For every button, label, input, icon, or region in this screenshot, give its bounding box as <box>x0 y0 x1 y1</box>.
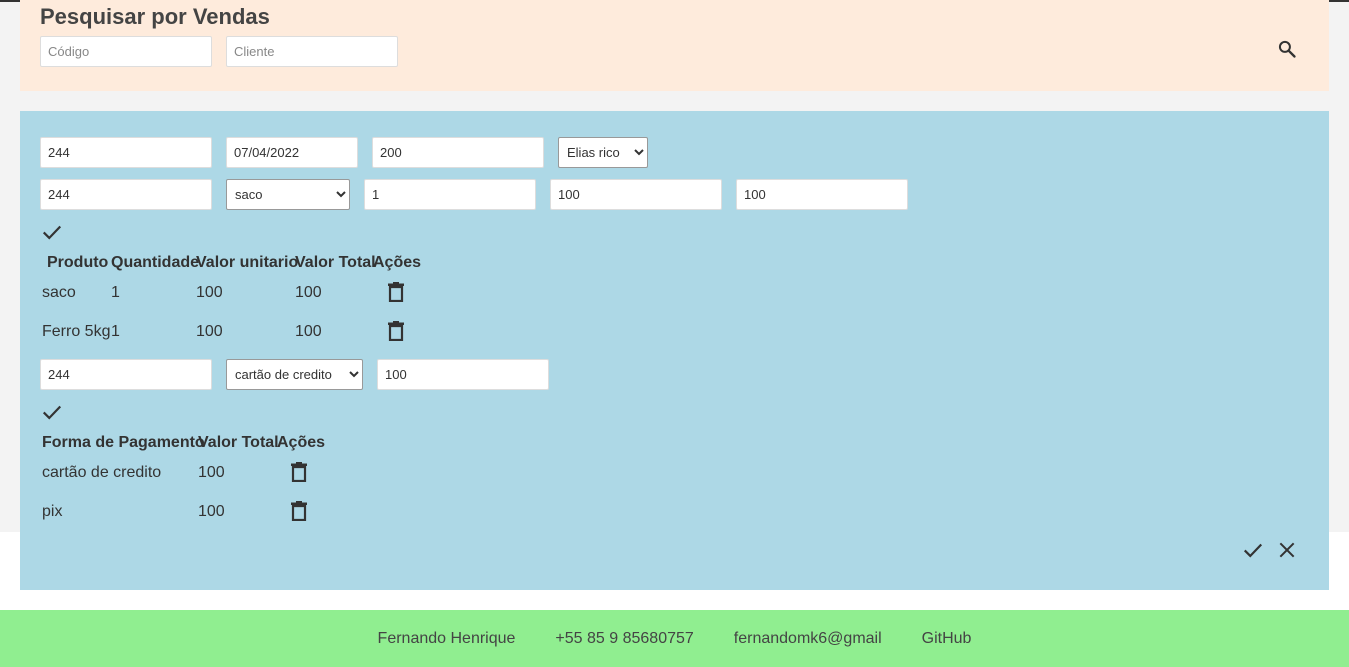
sale-panel: Elias rico saco Produto Quantidade Valor… <box>20 111 1329 590</box>
quantity-cell: 1 <box>111 323 120 340</box>
search-panel: Pesquisar por Vendas <box>20 0 1329 91</box>
code-search-input[interactable] <box>40 36 212 67</box>
product-cell: saco <box>42 284 76 301</box>
confirm-sale-button[interactable] <box>1240 537 1266 563</box>
delete-payment-button[interactable] <box>286 498 312 524</box>
payment-method-cell: pix <box>42 503 63 520</box>
footer: Fernando Henrique +55 85 9 85680757 fern… <box>0 610 1349 667</box>
sale-code-input[interactable] <box>40 137 212 168</box>
sale-date-input[interactable] <box>226 137 358 168</box>
unit-value-cell: 100 <box>196 284 223 301</box>
footer-github-link[interactable]: GitHub <box>922 630 972 648</box>
check-icon <box>1243 543 1263 558</box>
col-header-valor-total: Valor Total <box>295 254 376 271</box>
col-header-valor-unitario: Valor unitario <box>196 254 299 271</box>
col-header-valor-total: Valor Total <box>198 434 279 451</box>
search-icon <box>1278 40 1296 58</box>
trash-icon <box>388 321 404 341</box>
payment-value-input[interactable] <box>377 359 549 390</box>
payment-total-cell: 100 <box>198 464 225 481</box>
unit-value-input[interactable] <box>550 179 722 210</box>
payment-total-cell: 100 <box>198 503 225 520</box>
delete-product-button[interactable] <box>383 318 409 344</box>
sale-total-input[interactable] <box>372 137 544 168</box>
trash-icon <box>291 462 307 482</box>
product-sale-code-input[interactable] <box>40 179 212 210</box>
total-value-cell: 100 <box>295 284 322 301</box>
check-icon <box>42 405 62 420</box>
footer-email[interactable]: fernandomk6@gmail <box>734 630 882 648</box>
trash-icon <box>388 282 404 302</box>
trash-icon <box>291 501 307 521</box>
close-icon <box>1279 542 1295 558</box>
col-header-forma-pagamento: Forma de Pagamento <box>42 434 205 451</box>
item-total-input[interactable] <box>736 179 908 210</box>
col-header-acoes: Ações <box>373 254 422 271</box>
client-search-input[interactable] <box>226 36 398 67</box>
add-payment-button[interactable] <box>39 399 65 425</box>
payment-method-cell: cartão de credito <box>42 464 162 481</box>
check-icon <box>42 225 62 240</box>
unit-value-cell: 100 <box>196 323 223 340</box>
client-select[interactable]: Elias rico <box>558 137 648 168</box>
delete-payment-button[interactable] <box>286 459 312 485</box>
quantity-cell: 1 <box>111 284 120 301</box>
col-header-produto: Produto <box>47 254 109 271</box>
footer-name: Fernando Henrique <box>377 629 516 647</box>
product-select[interactable]: saco <box>226 179 350 210</box>
product-cell: Ferro 5kg <box>42 323 111 340</box>
add-product-button[interactable] <box>39 219 65 245</box>
col-header-acoes: Ações <box>277 434 326 451</box>
search-button[interactable] <box>1274 36 1300 62</box>
quantity-input[interactable] <box>364 179 536 210</box>
payment-method-select[interactable]: cartão de credito <box>226 359 363 390</box>
delete-product-button[interactable] <box>383 279 409 305</box>
footer-phone: +55 85 9 85680757 <box>555 629 694 647</box>
payment-sale-code-input[interactable] <box>40 359 212 390</box>
col-header-quantidade: Quantidade <box>111 254 200 271</box>
total-value-cell: 100 <box>295 323 322 340</box>
search-title: Pesquisar por Vendas <box>40 4 270 29</box>
cancel-sale-button[interactable] <box>1274 537 1300 563</box>
